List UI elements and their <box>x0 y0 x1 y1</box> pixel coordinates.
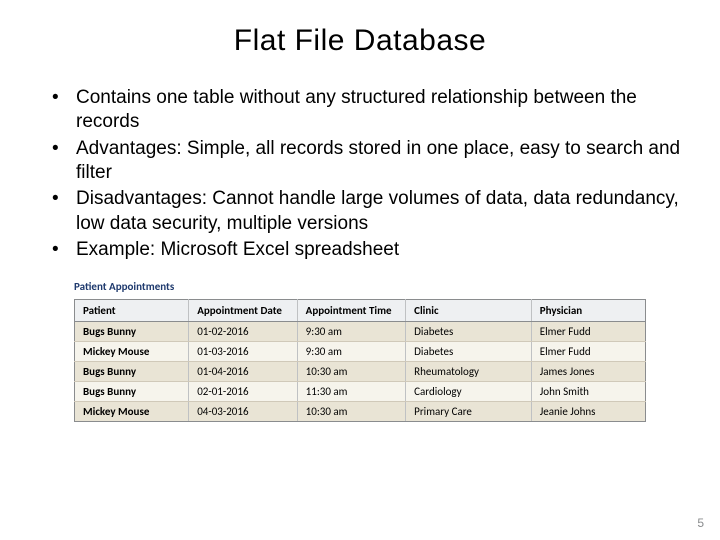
table-caption: Patient Appointments <box>74 280 646 293</box>
bullet-item: Disadvantages: Cannot handle large volum… <box>52 187 684 236</box>
table-row: Mickey Mouse 01-03-2016 9:30 am Diabetes… <box>75 342 646 362</box>
cell-physician: Jeanie Johns <box>531 402 645 422</box>
page-number: 5 <box>697 516 704 530</box>
appointments-table: Patient Appointment Date Appointment Tim… <box>74 299 646 422</box>
cell-clinic: Diabetes <box>406 342 532 362</box>
cell-physician: James Jones <box>531 362 645 382</box>
col-header-date: Appointment Date <box>189 300 297 322</box>
cell-patient: Bugs Bunny <box>75 322 189 342</box>
bullet-item: Advantages: Simple, all records stored i… <box>52 137 684 186</box>
cell-patient: Mickey Mouse <box>75 342 189 362</box>
col-header-time: Appointment Time <box>297 300 405 322</box>
cell-patient: Bugs Bunny <box>75 362 189 382</box>
cell-physician: Elmer Fudd <box>531 322 645 342</box>
cell-patient: Bugs Bunny <box>75 382 189 402</box>
cell-time: 10:30 am <box>297 362 405 382</box>
cell-clinic: Cardiology <box>406 382 532 402</box>
slide: Flat File Database Contains one table wi… <box>0 0 720 540</box>
table-row: Bugs Bunny 01-02-2016 9:30 am Diabetes E… <box>75 322 646 342</box>
cell-date: 02-01-2016 <box>189 382 297 402</box>
cell-date: 01-03-2016 <box>189 342 297 362</box>
col-header-physician: Physician <box>531 300 645 322</box>
bullet-list: Contains one table without any structure… <box>36 86 684 262</box>
cell-time: 9:30 am <box>297 322 405 342</box>
cell-clinic: Rheumatology <box>406 362 532 382</box>
slide-title: Flat File Database <box>36 24 684 58</box>
bullet-item: Example: Microsoft Excel spreadsheet <box>52 238 684 262</box>
table-row: Mickey Mouse 04-03-2016 10:30 am Primary… <box>75 402 646 422</box>
cell-clinic: Primary Care <box>406 402 532 422</box>
cell-patient: Mickey Mouse <box>75 402 189 422</box>
table-header-row: Patient Appointment Date Appointment Tim… <box>75 300 646 322</box>
col-header-patient: Patient <box>75 300 189 322</box>
cell-time: 11:30 am <box>297 382 405 402</box>
example-table-container: Patient Appointments Patient Appointment… <box>74 280 646 422</box>
cell-time: 10:30 am <box>297 402 405 422</box>
cell-physician: John Smith <box>531 382 645 402</box>
cell-date: 01-02-2016 <box>189 322 297 342</box>
cell-date: 04-03-2016 <box>189 402 297 422</box>
cell-clinic: Diabetes <box>406 322 532 342</box>
table-row: Bugs Bunny 02-01-2016 11:30 am Cardiolog… <box>75 382 646 402</box>
table-row: Bugs Bunny 01-04-2016 10:30 am Rheumatol… <box>75 362 646 382</box>
cell-time: 9:30 am <box>297 342 405 362</box>
col-header-clinic: Clinic <box>406 300 532 322</box>
cell-physician: Elmer Fudd <box>531 342 645 362</box>
bullet-item: Contains one table without any structure… <box>52 86 684 135</box>
cell-date: 01-04-2016 <box>189 362 297 382</box>
